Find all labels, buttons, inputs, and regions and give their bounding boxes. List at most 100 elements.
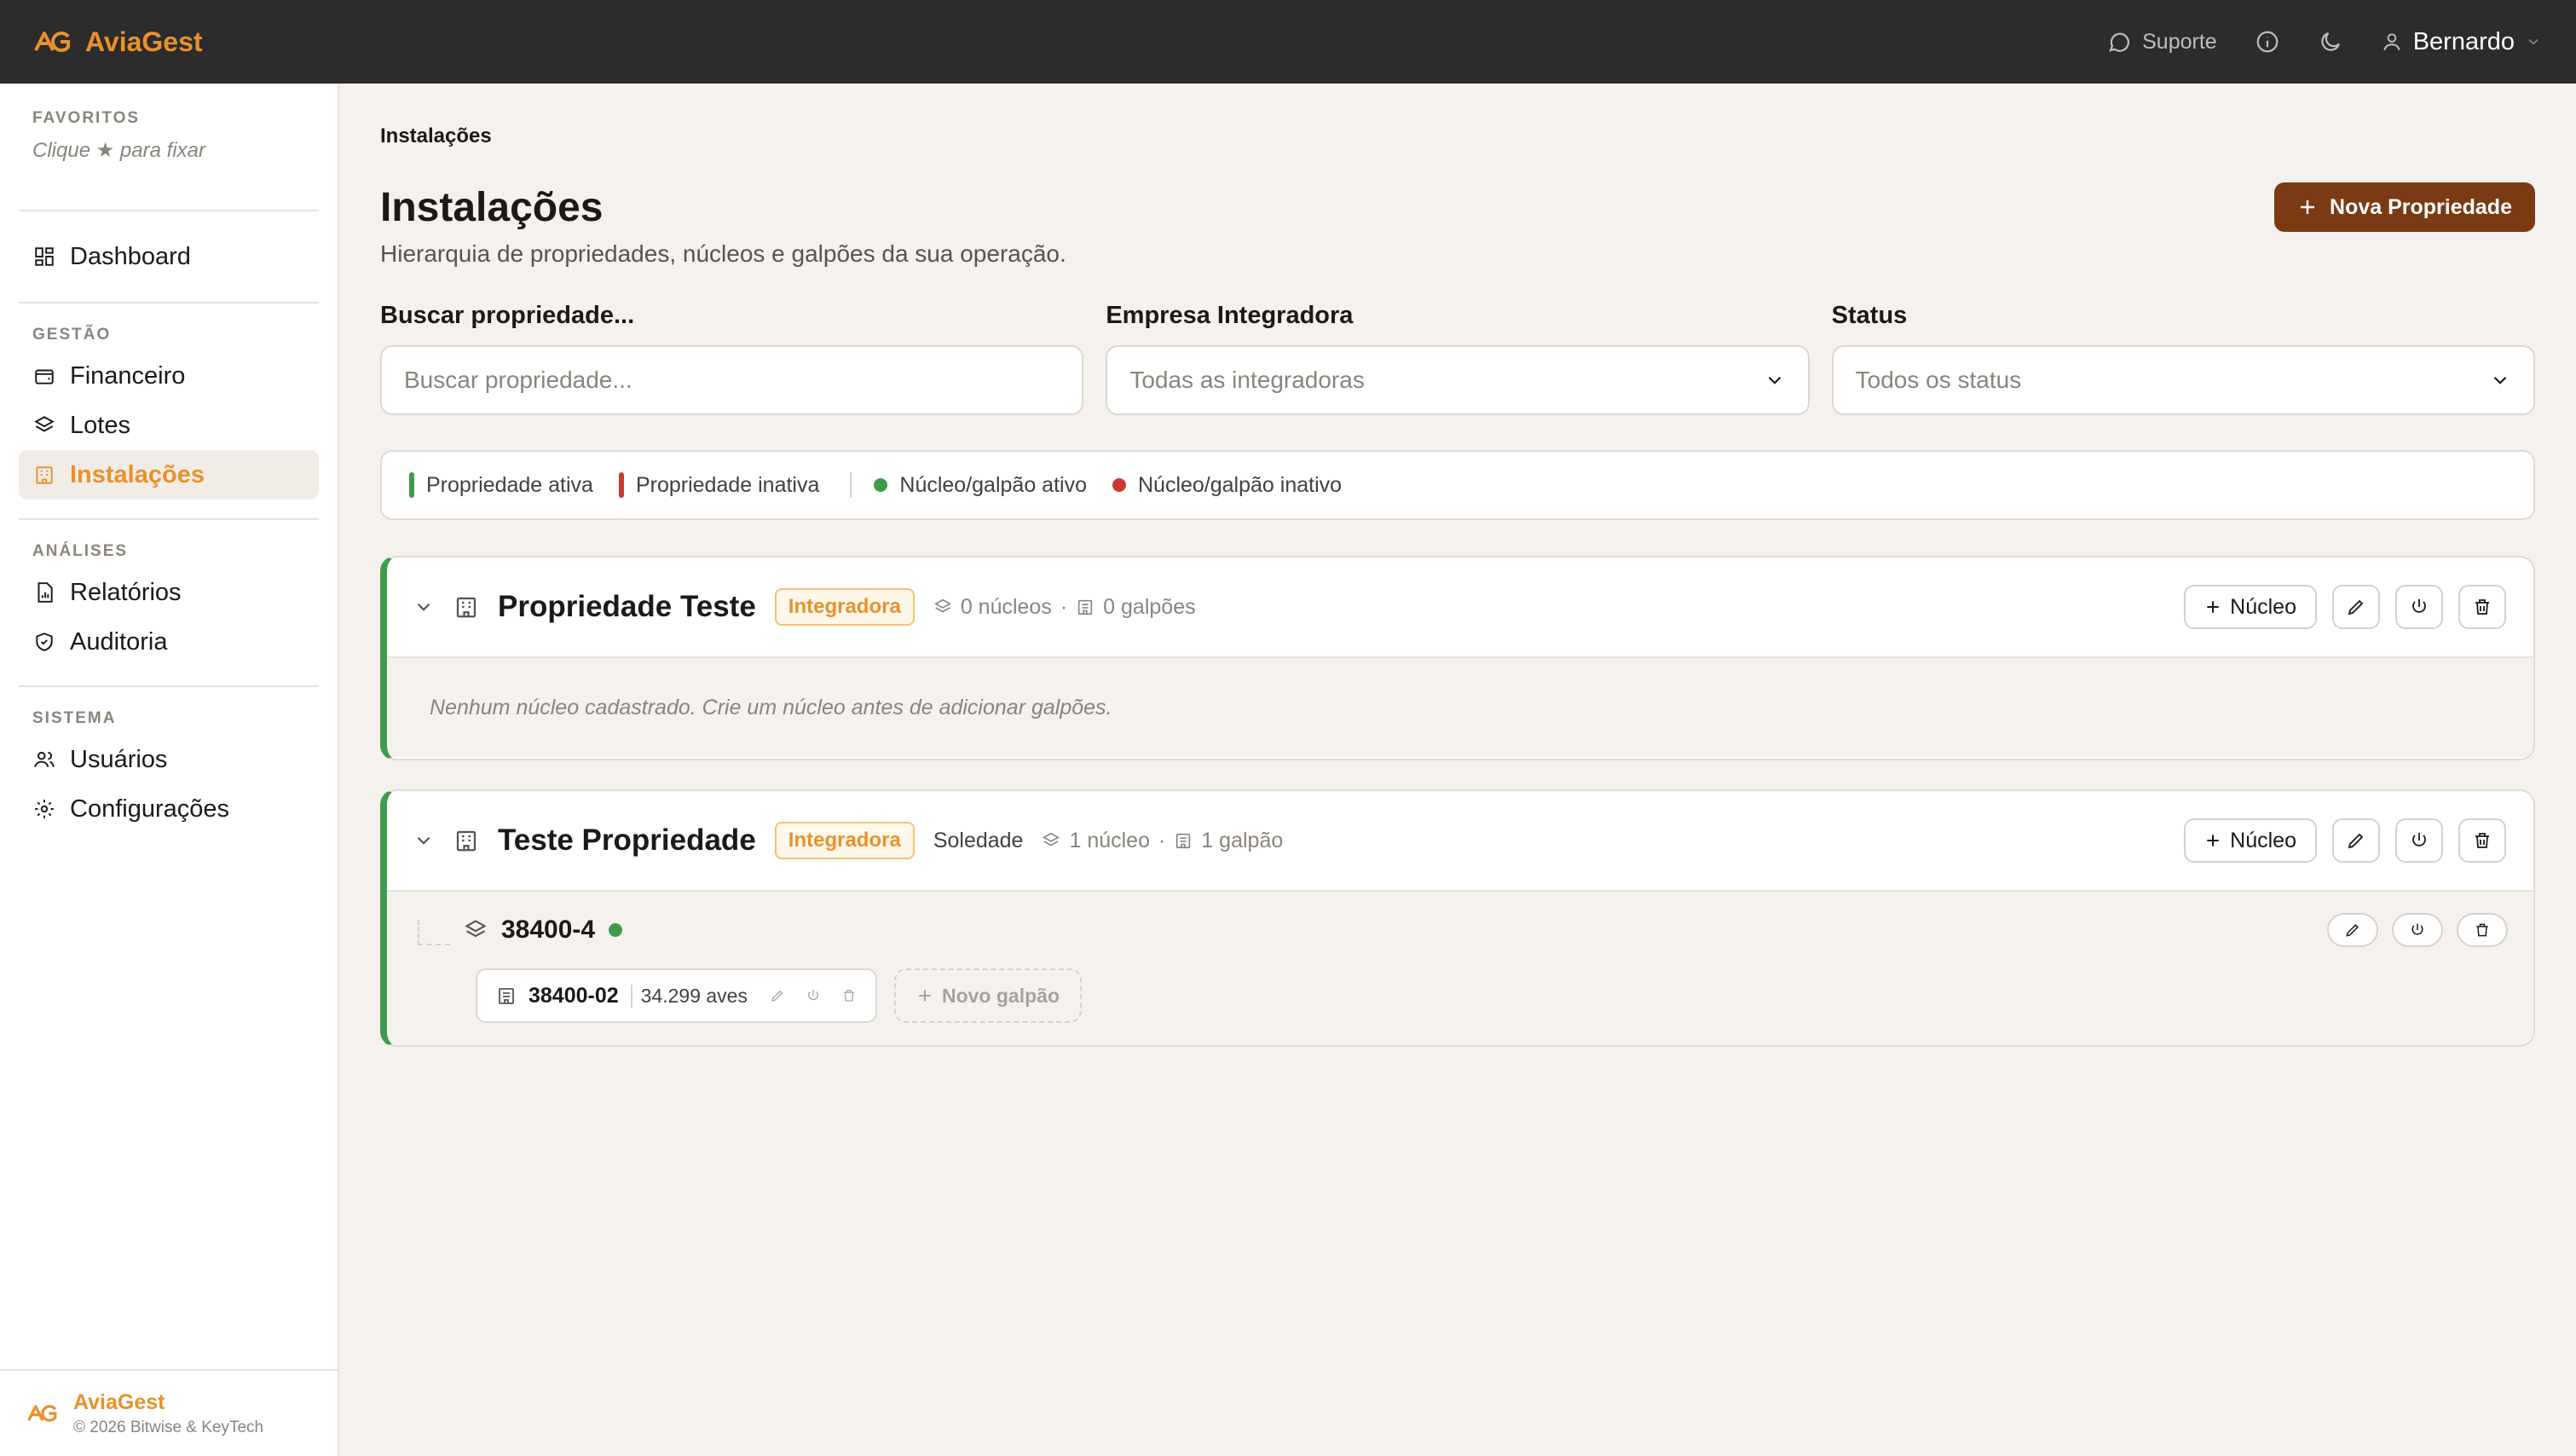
edit-button[interactable] — [2332, 585, 2380, 629]
sidebar-item-configuracoes[interactable]: Configurações — [19, 784, 319, 834]
warehouse-icon — [1078, 599, 1093, 615]
wallet-icon — [35, 369, 54, 384]
galpao-pill[interactable]: 38400-02 34.299 aves — [476, 968, 877, 1023]
delete-button[interactable] — [2458, 585, 2506, 629]
shield-check-icon — [36, 633, 53, 651]
galpao-list: 38400-02 34.299 aves Novo galpão — [387, 968, 2533, 1045]
property-card: Teste Propriedade Integradora Soledade 1… — [380, 789, 2535, 1047]
chevron-down-icon — [1768, 376, 1781, 384]
legend: Propriedade ativa Propriedade inativa Nú… — [380, 450, 2535, 520]
add-nucleo-button[interactable]: Núcleo — [2184, 818, 2317, 863]
add-nucleo-button[interactable]: Núcleo — [2184, 585, 2317, 629]
status-value: Todos os status — [1855, 367, 2022, 393]
property-card: Propriedade Teste Integradora 0 núcleos … — [380, 556, 2535, 760]
sidebar-footer: AviaGest © 2026 Bitwise & KeyTech — [0, 1369, 338, 1456]
new-property-button[interactable]: Nova Propriedade — [2274, 182, 2535, 232]
legend-separator — [850, 472, 852, 498]
sidebar-item-relatorios[interactable]: Relatórios — [19, 568, 319, 617]
power-icon — [2412, 833, 2426, 846]
legend-nucleo-inactive: Núcleo/galpão inativo — [1137, 472, 1343, 497]
delete-nucleo-button[interactable] — [2457, 913, 2508, 947]
trash-icon — [2476, 923, 2488, 937]
gear-icon — [35, 800, 54, 818]
inactive-bar-marker — [618, 472, 624, 498]
galpoes-count: 0 galpões — [1103, 594, 1196, 619]
chevron-down-icon[interactable] — [413, 829, 435, 852]
search-input[interactable]: Buscar propriedade... — [380, 345, 1084, 415]
sistema-heading: SISTEMA — [32, 709, 117, 727]
sidebar: FAVORITOS Clique ★ para fixar Dashboard … — [0, 84, 339, 1456]
top-bar: AviaGest Suporte Bernardo — [0, 0, 2576, 84]
power-icon[interactable] — [806, 988, 821, 1003]
page-subtitle: Hierarquia de propriedades, núcleos e ga… — [380, 240, 1066, 267]
analises-heading: ANÁLISES — [32, 542, 129, 560]
nucleos-count: 1 núcleo — [1069, 828, 1150, 852]
power-icon — [2411, 923, 2423, 935]
pencil-icon[interactable] — [770, 988, 785, 1003]
new-galpao-button[interactable]: Novo galpão — [893, 968, 1082, 1023]
layers-icon — [34, 416, 55, 432]
new-property-label: Nova Propriedade — [2330, 194, 2512, 219]
page-title: Instalações — [380, 185, 604, 230]
breadcrumb[interactable]: Instalações — [380, 124, 492, 148]
pencil-icon — [2348, 599, 2364, 615]
nucleo-status-dot — [609, 923, 623, 937]
filters: Buscar propriedade... Buscar propriedade… — [380, 302, 2535, 415]
legend-prop-inactive: Propriedade inativa — [635, 472, 820, 497]
sidebar-item-usuarios[interactable]: Usuários — [19, 735, 319, 784]
moon-icon — [2321, 32, 2340, 51]
support-link[interactable]: Suporte — [2106, 29, 2217, 55]
chevron-down-icon[interactable] — [413, 596, 435, 618]
brand[interactable]: AviaGest — [34, 26, 203, 58]
inactive-dot — [1112, 478, 1126, 492]
legend-prop-active: Propriedade ativa — [426, 472, 593, 497]
footer-brand: AviaGest — [73, 1390, 165, 1414]
trash-icon[interactable] — [841, 988, 857, 1003]
integradora-badge: Integradora — [774, 588, 915, 626]
chevron-down-icon — [2493, 376, 2507, 384]
theme-toggle[interactable] — [2318, 29, 2343, 55]
plus-icon — [2207, 835, 2219, 846]
meta-separator: · — [1060, 594, 1068, 619]
toggle-nucleo-button[interactable] — [2392, 913, 2443, 947]
support-label: Suporte — [2142, 29, 2217, 54]
building-icon — [456, 830, 477, 852]
tree-connector — [418, 920, 450, 945]
empty-nucleo-message: Nenhum núcleo cadastrado. Crie um núcleo… — [430, 695, 1112, 719]
search-label: Buscar propriedade... — [380, 302, 635, 329]
aviagest-logo-icon — [34, 32, 70, 52]
sidebar-item-label: Configurações — [70, 794, 229, 823]
delete-button[interactable] — [2458, 818, 2506, 863]
file-chart-icon — [38, 582, 53, 603]
user-menu[interactable]: Bernardo — [2381, 28, 2542, 56]
sidebar-item-lotes[interactable]: Lotes — [19, 401, 319, 450]
trash-icon — [2475, 599, 2489, 615]
integradora-select[interactable]: Todas as integradoras — [1106, 345, 1810, 415]
sidebar-item-dashboard[interactable]: Dashboard — [19, 232, 319, 281]
nucleo-name: 38400-4 — [501, 916, 596, 944]
edit-button[interactable] — [2332, 818, 2380, 863]
aviagest-logo-icon — [27, 1405, 57, 1422]
sidebar-item-instalacoes[interactable]: Instalações — [19, 450, 319, 500]
integradora-label: Empresa Integradora — [1106, 302, 1354, 329]
integradora-value: Todas as integradoras — [1129, 367, 1365, 393]
chat-bubble-icon — [2109, 32, 2130, 52]
active-bar-marker — [409, 472, 414, 498]
chevron-down-icon — [2528, 38, 2538, 45]
plus-icon — [919, 990, 931, 1002]
toggle-power-button[interactable] — [2395, 585, 2443, 629]
warehouse-icon — [499, 988, 514, 1004]
edit-nucleo-button[interactable] — [2327, 913, 2378, 947]
toggle-power-button[interactable] — [2395, 818, 2443, 863]
sidebar-item-auditoria[interactable]: Auditoria — [19, 617, 319, 667]
sidebar-item-label: Financeiro — [70, 361, 186, 390]
sidebar-item-label: Usuários — [70, 745, 168, 773]
sidebar-item-financeiro[interactable]: Financeiro — [19, 351, 319, 401]
sidebar-item-label: Lotes — [70, 411, 130, 439]
add-nucleo-label: Núcleo — [2230, 594, 2296, 619]
gestao-heading: GESTÃO — [32, 326, 112, 344]
trash-icon — [2475, 833, 2489, 848]
sidebar-item-label: Relatórios — [70, 578, 182, 606]
info-button[interactable] — [2255, 29, 2280, 55]
status-select[interactable]: Todos os status — [1831, 345, 2535, 415]
